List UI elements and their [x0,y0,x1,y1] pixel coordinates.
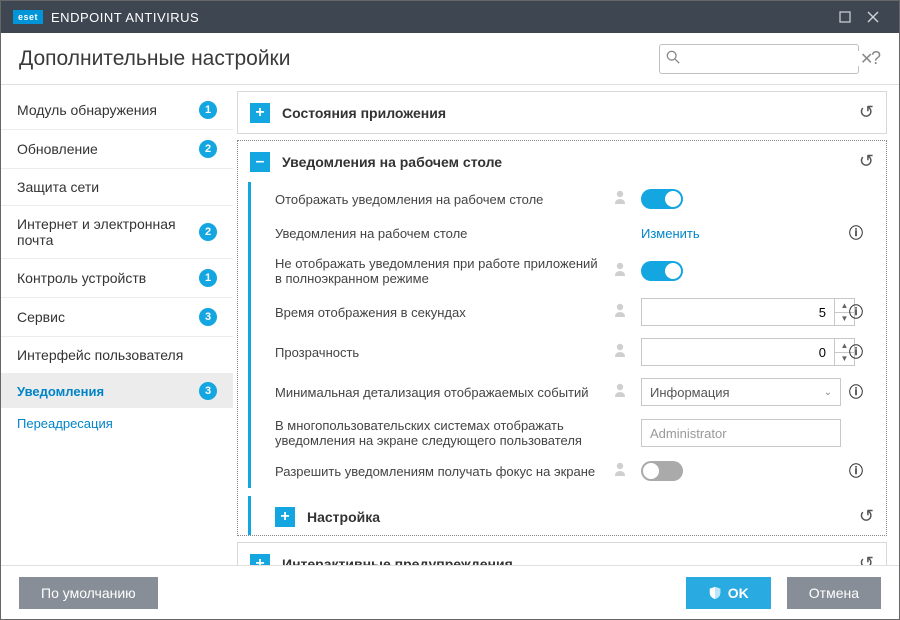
info-icon[interactable]: ⓘ [841,461,863,481]
toggle-fullscreen[interactable] [641,261,683,281]
cancel-button[interactable]: Отмена [787,577,881,609]
info-icon[interactable]: ⓘ [841,382,863,402]
info-icon[interactable]: ⓘ [841,342,863,362]
seconds-stepper[interactable]: ▲▼ [641,298,855,326]
nav-device[interactable]: Контроль устройств1 [1,259,233,298]
nav-tools[interactable]: Сервис3 [1,298,233,337]
toggle-show-desktop[interactable] [641,189,683,209]
section-header-desktop[interactable]: – Уведомления на рабочем столе ↺ [238,141,886,182]
ok-button[interactable]: OK [686,577,771,609]
row-focus: Разрешить уведомлениям получать фокус на… [248,454,874,488]
policy-icon [615,342,635,362]
row-min-detail: Минимальная детализация отображаемых соб… [248,372,874,412]
info-icon[interactable]: ⓘ [841,302,863,322]
nav-detection[interactable]: Модуль обнаружения1 [1,91,233,130]
row-seconds: Время отображения в секундах ▲▼ ⓘ [248,292,874,332]
search-input[interactable] [684,51,860,66]
row-desktop-link: Уведомления на рабочем столе Изменить ⓘ [248,216,874,250]
revert-icon[interactable]: ↺ [859,151,874,172]
edit-link[interactable]: Изменить [641,226,700,241]
nav-ui[interactable]: Интерфейс пользователя [1,337,233,374]
policy-icon [615,189,635,209]
seconds-input[interactable] [642,299,834,325]
row-show-desktop: Отображать уведомления на рабочем столе … [248,182,874,216]
page-header: Дополнительные настройки ✕ ? [1,33,899,85]
product-name: ENDPOINT ANTIVIRUS [51,10,199,25]
transparency-input[interactable] [642,339,834,365]
section-interactive: + Интерактивные предупреждения ↺ [237,542,887,565]
nav-update[interactable]: Обновление2 [1,130,233,169]
policy-icon [615,461,635,481]
section-desktop: – Уведомления на рабочем столе ↺ Отображ… [237,140,887,536]
policy-icon [615,382,635,402]
revert-icon[interactable]: ↺ [859,506,874,527]
search-box[interactable]: ✕ [659,44,859,74]
policy-icon [615,261,635,281]
info-icon[interactable]: ⓘ [841,223,863,243]
row-transparency: Прозрачность ▲▼ ⓘ [248,332,874,372]
user-field[interactable] [641,419,841,447]
row-fullscreen: Не отображать уведомления при работе при… [248,250,874,292]
revert-icon[interactable]: ↺ [859,553,874,565]
expand-icon: + [250,103,270,123]
expand-icon: + [275,507,295,527]
nav-redirect[interactable]: Переадресация [1,408,233,439]
close-icon[interactable] [859,3,887,31]
default-button[interactable]: По умолчанию [19,577,158,609]
user-input[interactable] [650,426,832,441]
subsection-setup[interactable]: + Настройка ↺ [248,496,886,535]
titlebar: eset ENDPOINT ANTIVIRUS [1,1,899,33]
settings-content: + Состояния приложения ↺ – Уведомления н… [233,85,899,565]
sidebar: Модуль обнаружения1 Обновление2 Защита с… [1,85,233,565]
expand-icon: + [250,554,270,566]
section-app-states: + Состояния приложения ↺ [237,91,887,134]
clear-search-icon[interactable]: ✕ [860,49,873,69]
collapse-icon: – [250,152,270,172]
detail-select[interactable]: Информация ⌄ [641,378,841,406]
revert-icon[interactable]: ↺ [859,102,874,123]
transparency-stepper[interactable]: ▲▼ [641,338,855,366]
toggle-focus[interactable] [641,461,683,481]
chevron-down-icon: ⌄ [824,387,832,398]
nav-notifications[interactable]: Уведомления3 [1,374,233,408]
shield-icon [708,586,722,600]
search-icon [666,50,680,67]
section-header-app-states[interactable]: + Состояния приложения ↺ [238,92,886,133]
footer: По умолчанию OK Отмена [1,565,899,619]
nav-web-email[interactable]: Интернет и электронная почта2 [1,206,233,259]
section-header-interactive[interactable]: + Интерактивные предупреждения ↺ [238,543,886,565]
nav-network[interactable]: Защита сети [1,169,233,206]
brand-logo: eset [13,10,43,24]
policy-icon [615,302,635,322]
page-title: Дополнительные настройки [19,47,290,71]
row-multiuser: В многопользовательских системах отображ… [248,412,874,454]
maximize-icon[interactable] [831,3,859,31]
